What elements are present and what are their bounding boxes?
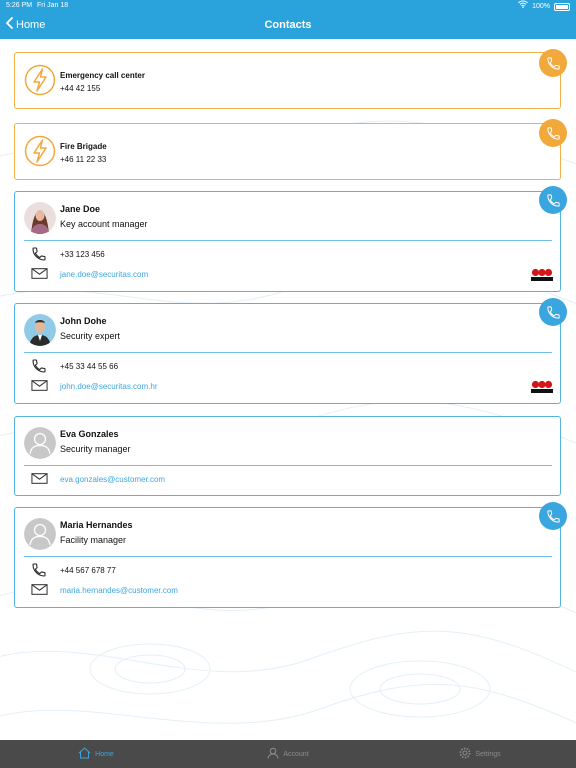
avatar xyxy=(24,202,56,234)
contact-email[interactable]: eva.gonzales@customer.com xyxy=(60,475,165,484)
avatar xyxy=(24,427,56,459)
contact-name: Maria Hernandes xyxy=(60,520,133,530)
securitas-logo xyxy=(531,380,553,393)
tab-label: Account xyxy=(283,750,309,758)
home-icon xyxy=(78,747,91,761)
avatar xyxy=(24,314,56,346)
avatar xyxy=(24,518,56,550)
email-icon xyxy=(31,268,48,279)
tab-bar: Home Account Settings xyxy=(0,740,576,768)
emergency-card[interactable]: Fire Brigade +46 11 22 33 xyxy=(14,123,561,180)
phone-icon xyxy=(31,358,47,374)
divider xyxy=(24,352,552,353)
contact-phone: +46 11 22 33 xyxy=(60,155,107,164)
contact-role: Security expert xyxy=(60,331,121,341)
contact-card[interactable]: Maria Hernandes Facility manager +44 567… xyxy=(14,507,561,608)
divider xyxy=(24,556,552,557)
email-icon xyxy=(31,584,48,595)
contact-email[interactable]: john.doe@securitas.com.hr xyxy=(60,382,158,391)
call-button[interactable] xyxy=(539,49,567,77)
contact-card[interactable]: Eva Gonzales Security manager eva.gonzal… xyxy=(14,416,561,496)
status-bar: 5:26 PM Fri Jan 18 100% xyxy=(0,0,576,12)
contact-card[interactable]: Jane Doe Key account manager +33 123 456… xyxy=(14,191,561,292)
contact-phone: +44 42 155 xyxy=(60,84,101,93)
contact-name: John Dohe xyxy=(60,316,107,326)
lightning-icon xyxy=(24,64,56,96)
email-icon xyxy=(31,473,48,484)
contact-name: Eva Gonzales xyxy=(60,429,119,439)
contact-phone[interactable]: +45 33 44 55 66 xyxy=(60,362,118,371)
user-icon xyxy=(267,747,279,761)
divider xyxy=(24,240,552,241)
contact-name: Jane Doe xyxy=(60,204,101,214)
tab-label: Settings xyxy=(475,750,501,758)
contact-name: Emergency call center xyxy=(60,71,145,80)
contact-role: Facility manager xyxy=(60,535,127,545)
call-button[interactable] xyxy=(539,119,567,147)
contacts-list[interactable]: Emergency call center +44 42 155 Fire Br… xyxy=(0,39,576,740)
phone-icon xyxy=(546,126,561,141)
status-date: Fri Jan 18 xyxy=(37,2,69,9)
lightning-icon xyxy=(24,135,56,167)
phone-icon xyxy=(546,193,561,208)
battery-icon xyxy=(554,2,570,11)
contact-email[interactable]: jane.doe@securitas.com xyxy=(60,270,148,279)
battery-percent: 100% xyxy=(532,2,550,10)
page-title: Contacts xyxy=(264,19,312,31)
phone-icon xyxy=(546,56,561,71)
call-button[interactable] xyxy=(539,502,567,530)
tab-settings[interactable]: Settings xyxy=(384,740,576,768)
nav-bar: Home Contacts xyxy=(0,12,576,39)
divider xyxy=(24,465,552,466)
contact-phone[interactable]: +33 123 456 xyxy=(60,250,105,259)
securitas-logo xyxy=(531,268,553,281)
tab-account[interactable]: Account xyxy=(192,740,384,768)
phone-icon xyxy=(546,509,561,524)
status-time: 5:26 PM xyxy=(6,2,33,9)
email-icon xyxy=(31,380,48,391)
contact-name: Fire Brigade xyxy=(60,142,107,151)
call-button[interactable] xyxy=(539,298,567,326)
call-button[interactable] xyxy=(539,186,567,214)
emergency-card[interactable]: Emergency call center +44 42 155 xyxy=(14,52,561,109)
contact-role: Key account manager xyxy=(60,219,148,229)
phone-icon xyxy=(31,562,47,578)
contact-role: Security manager xyxy=(60,444,131,454)
contact-card[interactable]: John Dohe Security expert +45 33 44 55 6… xyxy=(14,303,561,404)
phone-icon xyxy=(546,305,561,320)
tab-home[interactable]: Home xyxy=(0,740,192,768)
contact-email[interactable]: maria.hernandes@customer.com xyxy=(60,586,178,595)
tab-label: Home xyxy=(95,750,114,758)
contact-phone[interactable]: +44 567 678 77 xyxy=(60,566,116,575)
gear-icon xyxy=(459,747,471,761)
phone-icon xyxy=(31,246,47,262)
